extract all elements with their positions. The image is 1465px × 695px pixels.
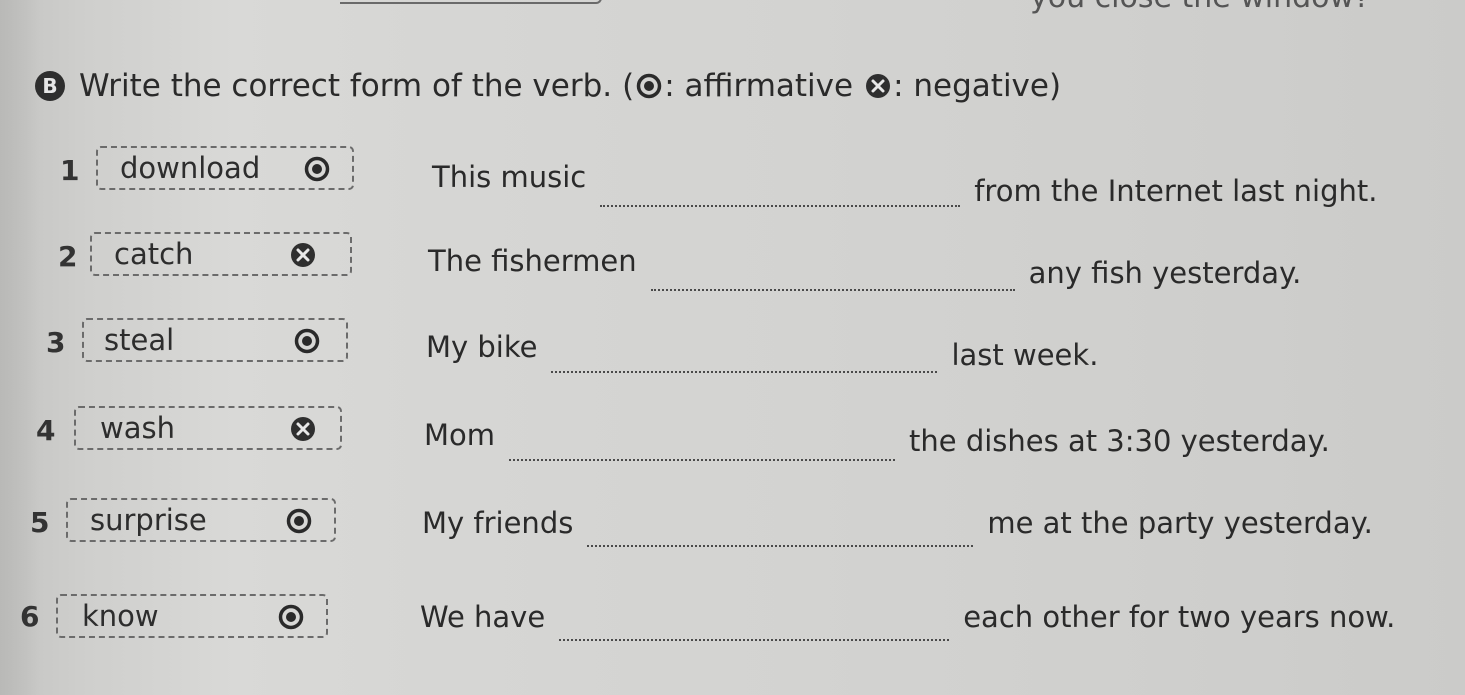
sentence-start: Mom [424,418,496,452]
sentence: We have each other for two years now. [420,600,1396,641]
sentence-start: This music [432,160,587,194]
circle-dot-icon [304,156,330,182]
item-number: 2 [58,240,78,273]
circle-x-icon [291,417,315,441]
item-number: 5 [30,506,50,539]
exercise-item-1: 1 download This music from the Internet … [0,146,1465,208]
verb-prompt: know [82,599,159,633]
item-number: 1 [60,154,80,187]
previous-exercise-fragment: you close the window? [0,0,1465,15]
sentence-end: last week. [951,338,1099,372]
circle-dot-icon [636,73,662,99]
verb-box: know [56,594,328,638]
sentence-start: My bike [426,330,538,364]
sentence-end: any fish yesterday. [1028,256,1302,290]
verb-prompt: surprise [90,503,207,537]
legend-open-paren: ( [622,68,635,104]
item-number: 6 [20,600,40,633]
exercise-item-5: 5 surprise My friends me at the party ye… [0,498,1465,558]
sentence: My bike last week. [426,330,1098,373]
sentence: Mom the dishes at 3:30 yesterday. [424,418,1330,461]
exercise-item-3: 3 steal My bike last week. [0,318,1465,378]
previous-sentence-tail: you close the window? [1030,0,1370,15]
legend-affirmative-label: : affirmative [664,68,854,104]
verb-prompt: wash [100,411,175,445]
sentence-end: the dishes at 3:30 yesterday. [909,424,1330,458]
answer-blank[interactable] [551,370,938,373]
exercise-label-badge: B [35,71,65,101]
verb-box: surprise [66,498,336,542]
exercise-instruction: Write the correct form of the verb. [79,68,613,104]
sentence: My friends me at the party yesterday. [422,506,1373,547]
verb-box: catch [90,232,352,276]
verb-box: steal [82,318,348,362]
sentence-end: each other for two years now. [963,600,1396,634]
exercise-item-4: 4 wash Mom the dishes at 3:30 yesterday. [0,406,1465,466]
circle-x-icon [865,73,891,99]
sentence: The fishermen any fish yesterday. [428,244,1301,291]
verb-box: wash [74,406,342,450]
circle-dot-icon [294,328,320,354]
item-number: 3 [46,326,66,359]
sentence-start: The fishermen [428,244,637,278]
sentence-start: We have [420,600,546,634]
previous-verb-box [340,0,602,4]
item-number: 4 [36,414,56,447]
sentence-end: me at the party yesterday. [987,506,1373,540]
answer-blank[interactable] [600,204,961,207]
circle-x-icon [291,243,315,267]
circle-dot-icon [278,604,304,630]
answer-blank[interactable] [587,544,974,547]
answer-blank[interactable] [559,638,950,641]
answer-blank[interactable] [509,458,896,461]
answer-blank[interactable] [650,288,1015,291]
sentence-end: from the Internet last night. [974,174,1378,208]
sentence-start: My friends [422,506,574,540]
verb-box: download [96,146,354,190]
verb-prompt: catch [114,237,194,271]
exercise-header: B Write the correct form of the verb. ( … [35,68,1061,104]
verb-prompt: steal [104,323,175,357]
legend-negative-label: : negative) [893,68,1062,104]
circle-dot-icon [286,508,312,534]
exercise-item-2: 2 catch The fishermen any fish yesterday… [0,230,1465,291]
verb-prompt: download [120,151,261,185]
sentence: This music from the Internet last night. [432,160,1377,208]
exercise-item-6: 6 know We have each other for two years … [0,594,1465,654]
